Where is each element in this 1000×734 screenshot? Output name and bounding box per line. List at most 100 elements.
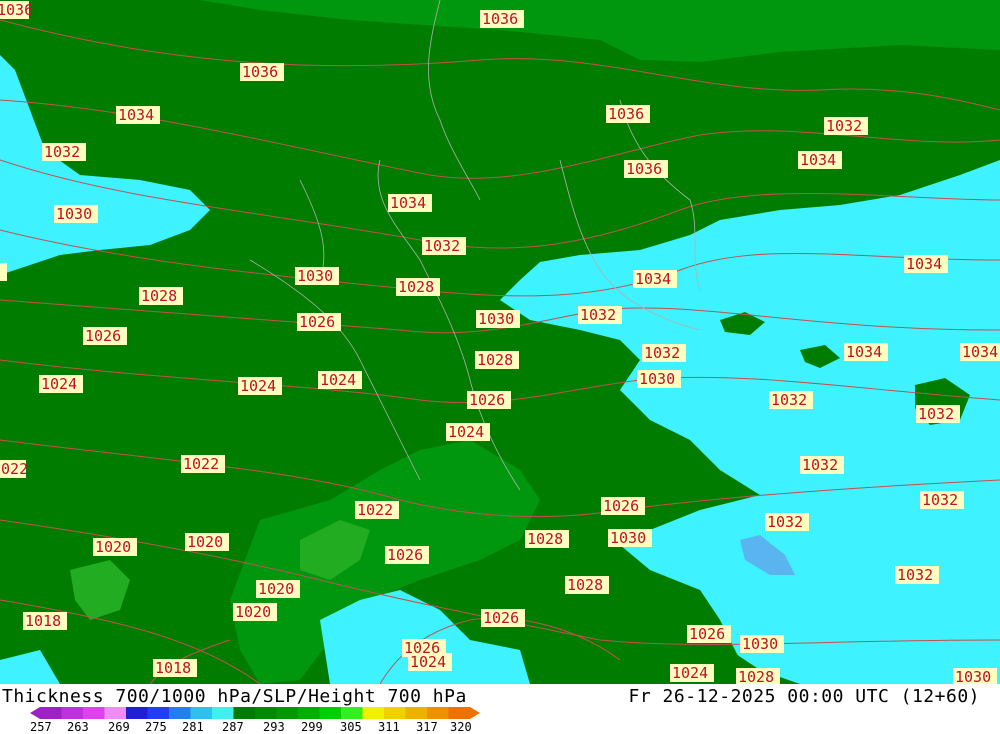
scale-swatch [405,707,428,719]
svg-text:1020: 1020 [187,533,223,551]
isobar-label: 1024 [238,377,282,395]
svg-text:1034: 1034 [118,106,154,124]
scale-tick-label: 305 [340,720,362,734]
scale-swatch [83,707,105,719]
isobar-label: 1036 [606,105,650,123]
map-title: Thickness 700/1000 hPa/SLP/Height 700 hP… [2,686,467,707]
isobar-label: 1024 [408,653,452,671]
isobar-label: 1028 [396,278,440,296]
svg-text:1026: 1026 [469,391,505,409]
scale-swatch [61,707,84,719]
svg-text:1020: 1020 [258,580,294,598]
isobar-label: 1034 [116,106,160,124]
scale-swatch [276,707,299,719]
svg-text:1022: 1022 [183,455,219,473]
isobar-label: 1018 [153,659,197,677]
isobar-label: 1032 [42,143,86,161]
isobar-label: 1020 [256,580,300,598]
svg-text:1018: 1018 [155,659,191,677]
svg-text:1026: 1026 [387,546,423,564]
isobar-label: 1032 [642,344,686,362]
svg-text:1032: 1032 [802,456,838,474]
svg-text:1028: 1028 [738,668,774,684]
svg-text:1032: 1032 [767,513,803,531]
isobar-label: 1032 [895,566,939,584]
scale-swatch [341,707,363,719]
svg-text:1030: 1030 [56,205,92,223]
scale-tick-label: 287 [222,720,244,734]
svg-text:1034: 1034 [962,343,998,361]
svg-text:1030: 1030 [478,310,514,328]
svg-text:1030: 1030 [639,370,675,388]
isobar-label: 1034 [844,343,888,361]
isobar-label: 1036 [240,63,284,81]
isobar-label: 1034 [633,270,677,288]
color-scale-ticks: 257 263 269 275 281 287 293 299 305 311 317 320 [30,720,500,734]
svg-text:1036: 1036 [0,1,33,19]
svg-text:1032: 1032 [644,344,680,362]
scale-tick-label: 281 [182,720,204,734]
isobar-label: 1032 [422,237,466,255]
isobar-label: 1032 [765,513,809,531]
svg-text:1026: 1026 [603,497,639,515]
svg-text:1032: 1032 [424,237,460,255]
svg-text:1036: 1036 [608,105,644,123]
isobar-label: 1034 [904,255,948,273]
svg-text:1034: 1034 [846,343,882,361]
isobar-label: 1030 [953,668,997,684]
isobar-label: 1022 [355,501,399,519]
isobar-label: 1034 [798,151,842,169]
isobar-label: 1030 [54,205,98,223]
scale-swatch [147,707,170,719]
isobar-label: 1026 [601,497,645,515]
scale-tick-label: 275 [145,720,167,734]
scale-swatch [104,707,127,719]
svg-text:1032: 1032 [826,117,862,135]
weather-map: 1036 1036 1036 1036 1036 1034 1034 1034 … [0,0,1000,684]
scale-swatch [362,707,385,719]
scale-swatch [126,707,148,719]
isobar-label: 1036 [0,1,33,19]
isobar-label: 1032 [920,491,964,509]
isobar-label: 1028 [475,351,519,369]
svg-text:1036: 1036 [242,63,278,81]
scale-swatch [233,707,256,719]
isobar-label: 1024 [446,423,490,441]
svg-text:1028: 1028 [567,576,603,594]
scale-tick-label: 257 [30,720,52,734]
svg-text:1030: 1030 [955,668,991,684]
svg-text:1030: 1030 [297,267,333,285]
isobar-label: 1026 [687,625,731,643]
isobar-label: 1032 [824,117,868,135]
svg-text:1028: 1028 [398,278,434,296]
isobar-label: 1030 [295,267,339,285]
svg-text:1024: 1024 [320,371,356,389]
svg-text:1032: 1032 [918,405,954,423]
svg-text:1026: 1026 [689,625,725,643]
svg-text:1030: 1030 [610,529,646,547]
isobar-label: 1028 [565,576,609,594]
scale-tick-label: 299 [301,720,323,734]
scale-tick-label: 317 [416,720,438,734]
scale-swatch [384,707,406,719]
isobar-label: 1030 [476,310,520,328]
scale-tick-label: 293 [263,720,285,734]
isobar-label: 1028 [736,668,780,684]
scale-swatch [298,707,320,719]
isobar-label: 1032 [916,405,960,423]
scale-swatch [427,707,449,719]
isobar-label [0,263,7,281]
svg-text:1024: 1024 [672,664,708,682]
svg-text:1024: 1024 [240,377,276,395]
svg-text:1032: 1032 [922,491,958,509]
scale-tick-label: 269 [108,720,130,734]
scale-tick-label: 320 [450,720,472,734]
svg-text:1034: 1034 [800,151,836,169]
isobar-label: 1030 [608,529,652,547]
svg-text:1022: 1022 [0,460,28,478]
scale-swatch [212,707,234,719]
isobar-label: 1022 [181,455,225,473]
map-footer: Thickness 700/1000 hPa/SLP/Height 700 hP… [0,684,1000,734]
scale-swatch [169,707,191,719]
svg-text:1034: 1034 [390,194,426,212]
